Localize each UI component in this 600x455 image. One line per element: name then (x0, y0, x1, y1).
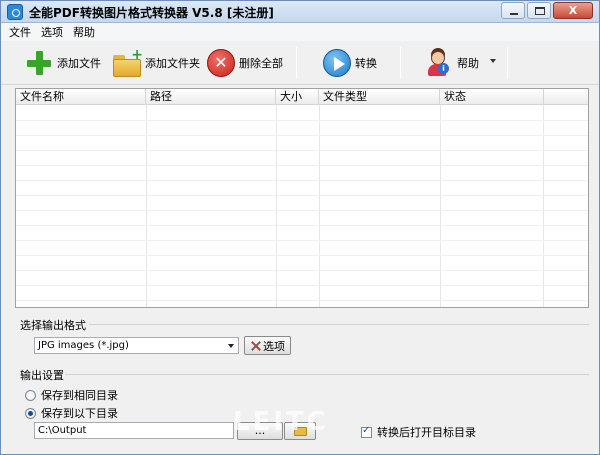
column-header-size[interactable]: 大小 (276, 89, 319, 105)
maximize-button[interactable] (527, 2, 551, 19)
radio-custom-dir[interactable]: 保存到以下目录 (25, 405, 118, 421)
grid-line (16, 195, 588, 196)
open-after-checkbox[interactable] (361, 425, 372, 438)
grid-line (16, 255, 588, 256)
chevron-down-icon (228, 344, 234, 348)
menu-help[interactable]: 帮助 (73, 24, 95, 40)
grid-line (16, 240, 588, 241)
group-divider (89, 324, 589, 325)
delete-all-button[interactable]: ✕ 删除全部 (207, 45, 283, 81)
delete-icon: ✕ (207, 49, 235, 77)
toolbar: 添加文件 + 添加文件夹 ✕ 删除全部 转换 i 帮助 (1, 41, 599, 85)
help-button[interactable]: i 帮助 (423, 45, 479, 81)
grid-line (16, 120, 588, 121)
grid-line (16, 150, 588, 151)
table-header: 文件名称 路径 大小 文件类型 状态 (16, 89, 588, 105)
help-person-icon: i (423, 49, 451, 77)
column-header-filetype[interactable]: 文件类型 (319, 89, 440, 105)
column-header-path[interactable]: 路径 (146, 89, 276, 105)
help-dropdown-icon[interactable] (490, 59, 496, 63)
grid-line (16, 165, 588, 166)
menu-options[interactable]: 选项 (41, 24, 63, 40)
add-file-button[interactable]: 添加文件 (25, 45, 101, 81)
format-options-button[interactable]: 选项 (244, 336, 291, 355)
grid-line (16, 225, 588, 226)
column-header-filename[interactable]: 文件名称 (16, 89, 146, 105)
tools-icon (250, 340, 262, 352)
help-label: 帮助 (457, 57, 479, 70)
folder-add-icon: + (111, 48, 143, 77)
add-file-label: 添加文件 (57, 57, 101, 70)
group-divider (65, 374, 589, 375)
window-title: 全能PDF转换图片格式转换器 V5.8 [未注册] (29, 6, 274, 20)
grid-line (16, 135, 588, 136)
menu-file[interactable]: 文件 (9, 24, 31, 40)
output-settings-title: 输出设置 (20, 369, 64, 382)
play-icon (323, 49, 351, 77)
close-button[interactable]: X (553, 2, 593, 19)
radio-button-selected[interactable] (25, 407, 36, 419)
radio-same-dir[interactable]: 保存到相同目录 (25, 387, 118, 403)
title-bar: 全能PDF转换图片格式转换器 V5.8 [未注册] X (1, 1, 599, 23)
window-controls: X (501, 2, 593, 19)
radio-same-dir-label: 保存到相同目录 (41, 389, 118, 402)
plus-icon (25, 49, 53, 77)
watermark: LEITC (233, 407, 329, 437)
radio-custom-dir-label: 保存到以下目录 (41, 407, 118, 420)
close-icon: X (568, 4, 578, 17)
open-after-label: 转换后打开目标目录 (377, 426, 476, 439)
app-window: 全能PDF转换图片格式转换器 V5.8 [未注册] X 文件 选项 帮助 添加文… (0, 0, 600, 455)
convert-button[interactable]: 转换 (323, 45, 377, 81)
menu-bar: 文件 选项 帮助 (1, 23, 599, 41)
app-icon (7, 4, 23, 20)
output-format-title: 选择输出格式 (20, 319, 86, 332)
open-after-convert-option[interactable]: 转换后打开目标目录 (361, 424, 476, 440)
format-options-label: 选项 (263, 339, 285, 353)
toolbar-separator (507, 47, 508, 79)
grid-line (16, 180, 588, 181)
grid-line (16, 300, 588, 301)
minimize-button[interactable] (501, 2, 525, 19)
toolbar-separator (296, 47, 297, 79)
output-path-input[interactable]: C:\Output (34, 422, 234, 439)
file-list-table[interactable]: 文件名称 路径 大小 文件类型 状态 (15, 88, 589, 308)
maximize-icon (535, 7, 545, 15)
minimize-icon (510, 13, 518, 15)
grid-line (16, 270, 588, 271)
column-header-status[interactable]: 状态 (440, 89, 544, 105)
add-folder-button[interactable]: + 添加文件夹 (111, 45, 200, 81)
grid-line (16, 210, 588, 211)
radio-button[interactable] (25, 389, 36, 401)
convert-label: 转换 (355, 57, 377, 70)
add-folder-label: 添加文件夹 (145, 57, 200, 70)
grid-line (16, 285, 588, 286)
toolbar-separator (400, 47, 401, 79)
output-format-select[interactable]: JPG images (*.jpg) (34, 337, 239, 354)
delete-all-label: 删除全部 (239, 57, 283, 70)
output-format-value: JPG images (*.jpg) (38, 340, 129, 351)
